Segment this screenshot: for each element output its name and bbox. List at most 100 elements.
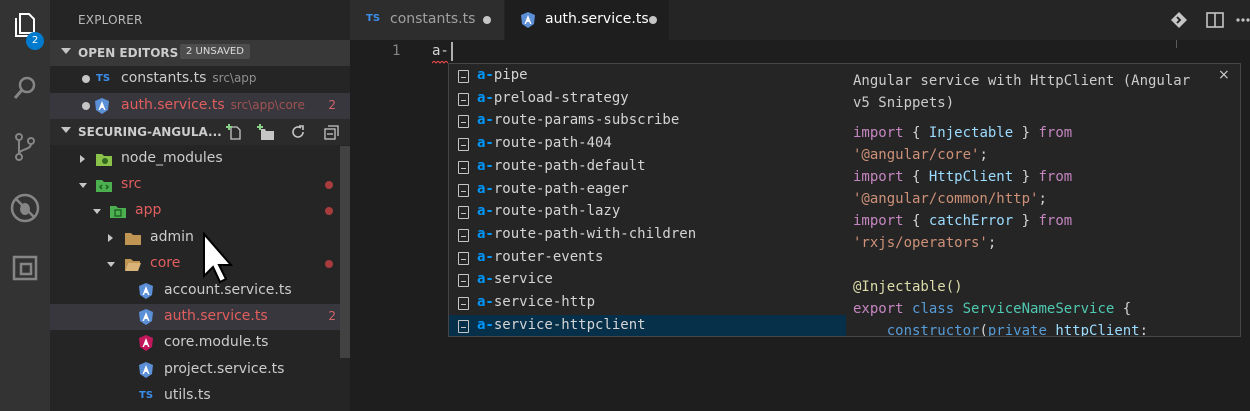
tree-folder[interactable]: app <box>50 198 350 224</box>
mouse-pointer-icon <box>203 232 234 284</box>
tree-label: utils.ts <box>164 387 211 403</box>
folder-open-icon <box>125 259 141 271</box>
unsaved-dot-icon[interactable] <box>649 16 657 24</box>
suggestion-item[interactable]: a-service-httpclient <box>449 314 846 336</box>
suggestion-item[interactable]: a-service-http <box>449 292 846 314</box>
suggestion-prefix: a- <box>477 89 494 106</box>
modified-dot-icon <box>325 260 333 268</box>
suggestion-item[interactable]: a-route-params-subscribe <box>449 110 846 132</box>
tab-label: constants.ts <box>390 11 476 27</box>
unsaved-dot-icon[interactable] <box>483 16 491 24</box>
debug-icon[interactable] <box>0 183 50 233</box>
tree-folder[interactable]: admin <box>50 225 350 251</box>
close-icon[interactable]: × <box>1218 67 1230 83</box>
extensions-icon[interactable] <box>0 243 50 293</box>
suggestion-label: router-events <box>493 248 604 265</box>
chevron-down-icon <box>79 183 87 188</box>
suggestion-label: service <box>493 271 553 288</box>
suggestion-item[interactable]: a-route-path-eager <box>449 179 846 201</box>
problem-count: 2 <box>328 309 336 323</box>
suggestion-item[interactable]: a-pipe <box>449 65 846 87</box>
tree-label: core.module.ts <box>164 334 269 350</box>
app-folder-icon <box>110 206 126 218</box>
tree-label: account.service.ts <box>164 282 292 298</box>
explorer-badge: 2 <box>26 32 44 50</box>
snippet-icon <box>458 183 469 197</box>
chevron-down-icon <box>61 48 71 54</box>
explorer-title: EXPLORER <box>78 13 143 27</box>
chevron-down-icon <box>93 209 101 214</box>
activity-bar: 2 <box>0 0 50 411</box>
tree-label: core <box>150 255 181 271</box>
more-actions-icon[interactable] <box>1236 18 1250 22</box>
tree-folder[interactable]: src <box>50 172 350 198</box>
project-header[interactable]: SECURING-ANGULA... <box>50 119 350 145</box>
snippet-icon <box>458 319 469 333</box>
problem-count: 2 <box>328 98 336 112</box>
sidebar-scrollbar[interactable] <box>340 146 350 358</box>
suggestion-item[interactable]: a-router-events <box>449 247 846 269</box>
chevron-right-icon <box>108 234 113 242</box>
tree-folder[interactable]: core <box>50 251 350 277</box>
open-editor-item[interactable]: TS constants.ts src\app <box>50 66 350 92</box>
suggestion-item[interactable]: a-route-path-default <box>449 156 846 178</box>
tree-file[interactable]: core.module.ts <box>50 330 350 356</box>
new-file-icon[interactable] <box>226 123 244 141</box>
suggestion-label: route-params-subscribe <box>493 112 680 129</box>
refresh-icon[interactable] <box>290 124 306 140</box>
details-code: import { Injectable } from '@angular/cor… <box>853 125 1149 337</box>
tree-label: auth.service.ts <box>164 308 268 324</box>
unsaved-dot-icon[interactable] <box>82 75 90 83</box>
collapse-all-icon[interactable] <box>324 124 340 140</box>
search-icon[interactable] <box>0 63 50 113</box>
typescript-icon: TS <box>96 73 111 84</box>
node-folder-icon <box>96 154 112 166</box>
suggestion-label: route-path-eager <box>493 180 629 197</box>
open-editors-header[interactable]: OPEN EDITORS 2 UNSAVED <box>50 40 350 66</box>
chevron-right-icon <box>80 155 85 163</box>
angular-icon <box>521 12 535 28</box>
chevron-down-icon <box>61 127 71 133</box>
new-folder-icon[interactable] <box>256 123 276 141</box>
snippet-icon <box>458 92 469 106</box>
chevron-down-icon <box>107 262 115 267</box>
modified-dot-icon <box>325 181 333 189</box>
suggestion-prefix: a- <box>477 180 494 197</box>
suggestion-item[interactable]: a-route-path-lazy <box>449 201 846 223</box>
open-changes-icon[interactable] <box>1170 11 1188 29</box>
src-folder-icon <box>96 180 112 192</box>
tree-label: project.service.ts <box>164 361 285 377</box>
source-control-icon[interactable] <box>0 122 50 172</box>
unsaved-dot-icon[interactable] <box>82 102 90 110</box>
tree-file[interactable]: project.service.ts <box>50 357 350 383</box>
suggest-widget[interactable]: a-pipe a-preload-strategy a-route-params-s… <box>448 63 847 337</box>
open-editor-name: auth.service.ts <box>121 97 225 113</box>
snippet-icon <box>458 70 469 83</box>
split-editor-icon[interactable] <box>1206 11 1224 29</box>
suggestion-item[interactable]: a-route-path-404 <box>449 133 846 155</box>
angular-icon <box>139 309 153 325</box>
snippet-icon <box>458 138 469 152</box>
suggestion-prefix: a- <box>477 316 494 333</box>
typescript-icon: TS <box>139 390 154 401</box>
suggestion-prefix: a- <box>477 271 494 288</box>
tab-auth-service[interactable]: auth.service.ts <box>505 0 669 40</box>
tree-file[interactable]: TS utils.ts <box>50 383 350 409</box>
tab-constants[interactable]: TS constants.ts <box>350 0 504 40</box>
suggestion-label: service-httpclient <box>493 316 646 333</box>
suggestion-item[interactable]: a-preload-strategy <box>449 88 846 110</box>
open-editor-item[interactable]: auth.service.ts src\app\core 2 <box>50 93 350 119</box>
suggestion-item[interactable]: a-route-path-with-children <box>449 224 846 246</box>
tab-bar: TS constants.ts auth.service.ts <box>350 0 1250 40</box>
ruler <box>1176 40 1177 48</box>
tree-label: src <box>121 176 142 192</box>
angular-icon <box>95 98 109 114</box>
suggestion-item[interactable]: a-service <box>449 269 846 291</box>
tree-folder[interactable]: node_modules <box>50 146 350 172</box>
tree-file[interactable]: account.service.ts <box>50 278 350 304</box>
open-editor-path: src\app\core <box>230 98 305 112</box>
error-squiggle <box>432 61 448 64</box>
line-number: 1 <box>392 43 401 59</box>
tree-label: node_modules <box>121 150 223 166</box>
tree-file[interactable]: auth.service.ts 2 <box>50 304 350 330</box>
